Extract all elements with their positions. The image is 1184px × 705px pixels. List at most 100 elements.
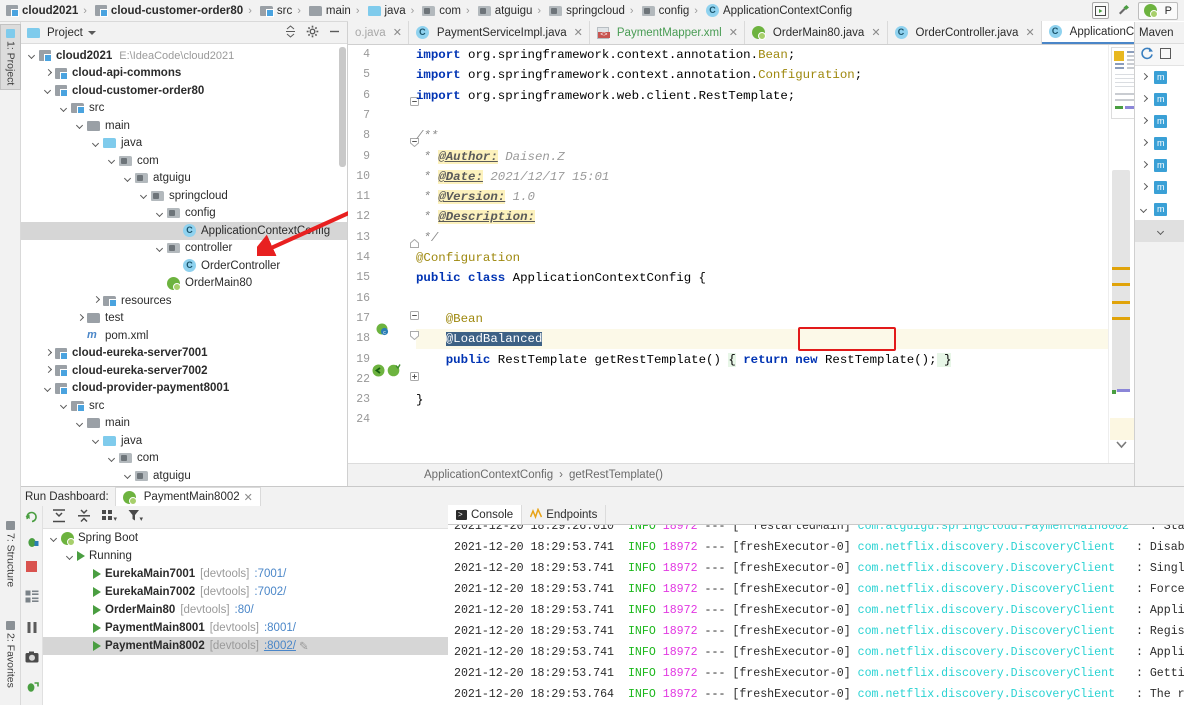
- run-config-port-link[interactable]: :8002/: [264, 640, 296, 652]
- group-icon[interactable]: ▾: [102, 509, 118, 526]
- tree-node[interactable]: cloud-api-commons: [21, 65, 347, 83]
- debug-attach-icon[interactable]: [25, 680, 39, 697]
- tree-node[interactable]: springcloud: [21, 187, 347, 205]
- tab-ordermain80[interactable]: OrderMain80.java ✕: [744, 21, 888, 44]
- code-content[interactable]: import org.springframework.context.annot…: [416, 45, 1108, 463]
- chevron-down-icon[interactable]: [107, 155, 118, 166]
- chevron-down-icon[interactable]: [123, 470, 134, 481]
- stop-icon[interactable]: [25, 560, 38, 576]
- scrollbar-marker-info[interactable]: [1112, 390, 1116, 394]
- sidebar-item-structure[interactable]: 7: Structure: [0, 517, 21, 603]
- run-config-row[interactable]: EurekaMain7002 [devtools]:7002/: [43, 583, 448, 601]
- tree-node[interactable]: src: [21, 100, 347, 118]
- chevron-icon[interactable]: [1139, 94, 1150, 105]
- chevron-icon[interactable]: [1139, 160, 1150, 171]
- chevron-down-icon[interactable]: [87, 30, 96, 35]
- tree-node[interactable]: C ApplicationContextConfig: [21, 222, 347, 240]
- chevron-down-icon[interactable]: [91, 435, 102, 446]
- maven-collapse-row[interactable]: [1135, 220, 1184, 242]
- run-configuration-selector[interactable]: P: [1137, 1, 1178, 20]
- tree-node[interactable]: atguigu: [21, 170, 347, 188]
- collapse-all-icon[interactable]: [284, 24, 297, 41]
- spring-bean-gutter-icon[interactable]: c: [376, 323, 389, 339]
- breadcrumb-item-cloud-customer-order80[interactable]: cloud-customer-order80 ›: [93, 0, 258, 22]
- close-icon[interactable]: ✕: [574, 26, 583, 39]
- run-dashboard-tree[interactable]: Spring Boot Running EurekaMain7001 [devtool…: [43, 529, 448, 705]
- run-config-port-link[interactable]: :8001/: [264, 622, 296, 634]
- hide-icon[interactable]: [328, 25, 341, 41]
- maven-project-list[interactable]: [1135, 66, 1184, 242]
- chevron-down-icon[interactable]: [75, 418, 86, 429]
- scrollbar-marker-usage[interactable]: [1117, 389, 1130, 392]
- tree-node[interactable]: test: [21, 310, 347, 328]
- maven-project-row[interactable]: [1135, 198, 1184, 220]
- tab-paymentserviceimpl[interactable]: C PaymentServiceImpl.java ✕: [408, 21, 590, 44]
- tab-endpoints[interactable]: Endpoints: [522, 505, 607, 524]
- chevron-icon[interactable]: [1139, 116, 1150, 127]
- scrollbar-marker-warning[interactable]: [1112, 317, 1130, 320]
- scrollbar-marker-warning[interactable]: [1112, 283, 1130, 286]
- chevron-down-icon[interactable]: [65, 551, 76, 562]
- scrollbar-marker-warning[interactable]: [1112, 301, 1130, 304]
- editor-scrollbar-thumb[interactable]: [1112, 170, 1130, 392]
- run-config-row[interactable]: PaymentMain8001 [devtools]:8001/: [43, 619, 448, 637]
- scroll-down-icon[interactable]: [1114, 439, 1129, 450]
- chevron-down-icon[interactable]: [59, 400, 70, 411]
- tree-node[interactable]: src: [21, 397, 347, 415]
- breadcrumb-item-config[interactable]: config ›: [640, 0, 704, 22]
- project-tree-scrollbar[interactable]: [339, 47, 346, 167]
- rerun-icon[interactable]: [25, 510, 39, 527]
- tree-node[interactable]: m pom.xml: [21, 327, 347, 345]
- chevron-right-icon[interactable]: [43, 365, 54, 376]
- close-icon[interactable]: ✕: [871, 26, 880, 39]
- scrollbar-marker-warning[interactable]: [1112, 267, 1130, 270]
- collapse-all-icon[interactable]: [77, 508, 91, 526]
- run-config-row[interactable]: Spring Boot: [43, 529, 448, 547]
- tree-node[interactable]: main: [21, 117, 347, 135]
- tab-paymentmapper-xml[interactable]: PaymentMapper.xml ✕: [589, 21, 745, 44]
- maven-project-row[interactable]: [1135, 132, 1184, 154]
- maven-project-row[interactable]: [1135, 66, 1184, 88]
- run-config-row[interactable]: EurekaMain7001 [devtools]:7001/: [43, 565, 448, 583]
- tree-node[interactable]: resources: [21, 292, 347, 310]
- tree-node[interactable]: OrderMain80: [21, 275, 347, 293]
- close-icon[interactable]: ✕: [244, 491, 253, 504]
- tree-node[interactable]: cloud-provider-payment8001: [21, 380, 347, 398]
- chevron-down-icon[interactable]: [59, 103, 70, 114]
- chevron-right-icon[interactable]: [91, 295, 102, 306]
- code-editor[interactable]: 4 5 6 7 8 9 10 11 12 13 14 15 16 17 18 19 22 23 24: [348, 45, 1108, 463]
- tree-node[interactable]: cloud2021 E:\IdeaCode\cloud2021: [21, 47, 347, 65]
- chevron-icon[interactable]: [1139, 204, 1150, 215]
- run-dashboard-icon[interactable]: [1091, 2, 1109, 19]
- breadcrumb-item-main[interactable]: main ›: [307, 0, 366, 22]
- close-icon[interactable]: ✕: [393, 26, 402, 39]
- maven-project-row[interactable]: [1135, 110, 1184, 132]
- chevron-down-icon[interactable]: [123, 173, 134, 184]
- tree-node[interactable]: cloud-eureka-server7002: [21, 362, 347, 380]
- selected-annotation-token[interactable]: @LoadBalanced: [445, 332, 543, 347]
- tab-console[interactable]: Console: [448, 505, 523, 524]
- breadcrumb-item-com[interactable]: com ›: [420, 0, 475, 22]
- chevron-icon[interactable]: [1139, 72, 1150, 83]
- console-output[interactable]: 2021-12-20 18:29:26.010 INFO 18972 --- […: [448, 525, 1184, 705]
- chevron-down-icon[interactable]: [43, 85, 54, 96]
- breadcrumb-class[interactable]: ApplicationContextConfig: [424, 469, 553, 481]
- tree-node[interactable]: cloud-customer-order80: [21, 82, 347, 100]
- breadcrumb-method[interactable]: getRestTemplate(): [569, 469, 663, 481]
- chevron-down-icon[interactable]: [75, 120, 86, 131]
- breadcrumb-item-java[interactable]: java ›: [366, 0, 421, 22]
- editor-gutter[interactable]: 4 5 6 7 8 9 10 11 12 13 14 15 16 17 18 19 22 23 24: [348, 45, 419, 463]
- editor-tab-truncated[interactable]: o.java ✕: [348, 21, 409, 44]
- maven-project-row[interactable]: [1135, 88, 1184, 110]
- debug-icon[interactable]: [25, 535, 39, 552]
- chevron-down-icon[interactable]: [27, 50, 38, 61]
- tab-paymentmain8002[interactable]: PaymentMain8002 ✕: [114, 486, 261, 507]
- override-gutter-icon[interactable]: [387, 363, 401, 380]
- chevron-right-icon[interactable]: [43, 348, 54, 359]
- chevron-icon[interactable]: [1139, 182, 1150, 193]
- tree-node[interactable]: com: [21, 450, 347, 468]
- maven-project-row[interactable]: [1135, 154, 1184, 176]
- run-config-row[interactable]: PaymentMain8002 [devtools]:8002/ ✎: [43, 637, 448, 655]
- chevron-down-icon[interactable]: [139, 190, 150, 201]
- tab-ordercontroller[interactable]: C OrderController.java ✕: [887, 21, 1042, 44]
